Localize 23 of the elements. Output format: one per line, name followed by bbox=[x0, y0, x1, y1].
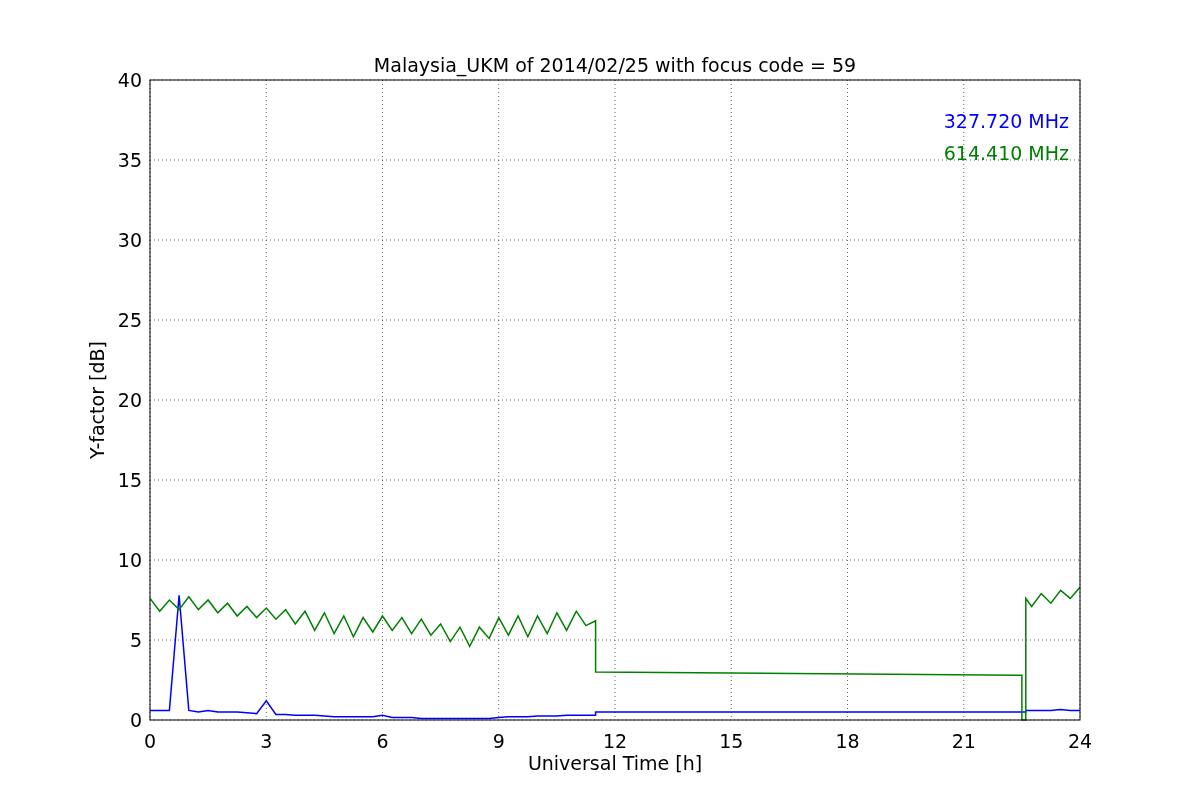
x-axis-label: Universal Time [h] bbox=[527, 752, 703, 774]
tick-label: 5 bbox=[129, 629, 142, 651]
tick-label: 6 bbox=[376, 730, 389, 752]
tick-label: 24 bbox=[1067, 730, 1093, 752]
tick-label: 25 bbox=[117, 309, 142, 331]
tick-label: 0 bbox=[129, 709, 142, 731]
tick-label: 3 bbox=[260, 730, 273, 752]
chart-title: Malaysia_UKM of 2014/02/25 with focus code = 59 bbox=[373, 54, 857, 76]
tick-label: 21 bbox=[951, 730, 976, 752]
tick-label: 9 bbox=[492, 730, 505, 752]
tick-label: 10 bbox=[117, 549, 142, 571]
legend-label: 614.410 MHz bbox=[943, 142, 1069, 164]
legend-label: 327.720 MHz bbox=[943, 110, 1069, 132]
tick-label: 12 bbox=[602, 730, 628, 752]
tick-label: 30 bbox=[117, 229, 142, 251]
y-axis-label: Y-factor [dB] bbox=[86, 341, 108, 459]
tick-label: 40 bbox=[117, 69, 142, 91]
tick-label: 0 bbox=[143, 730, 157, 752]
tick-label: 20 bbox=[117, 389, 142, 411]
tick-label: 15 bbox=[117, 469, 142, 491]
tick-label: 35 bbox=[117, 149, 142, 171]
tick-label: 15 bbox=[719, 730, 744, 752]
tick-label: 18 bbox=[835, 730, 860, 752]
